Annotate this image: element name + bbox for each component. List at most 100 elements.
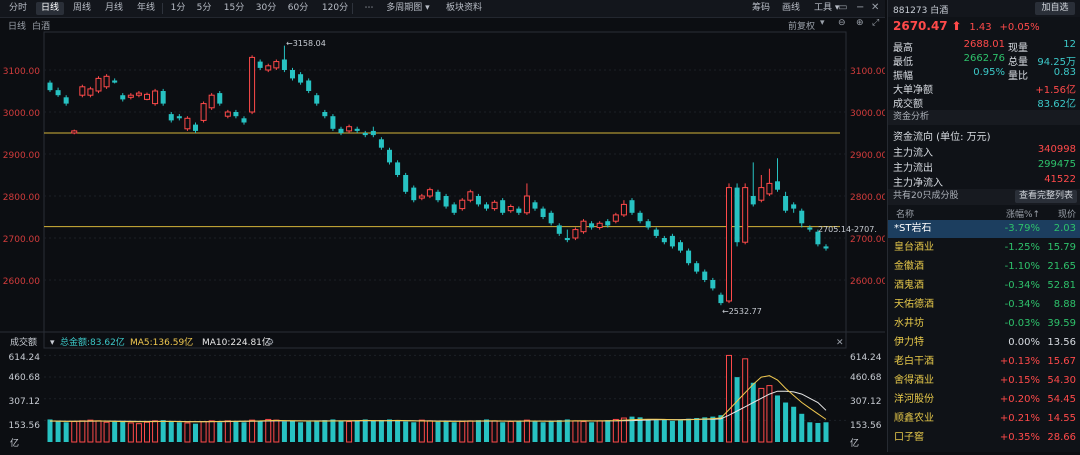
candle-body	[783, 196, 789, 211]
volume-bar	[176, 422, 182, 442]
volume-bar	[725, 354, 733, 443]
candle-body	[281, 59, 287, 70]
candle-body	[403, 175, 409, 192]
tab-yearly[interactable]: 年线	[132, 2, 160, 15]
list-item[interactable]: 伊力特 0.00% 13.56	[888, 334, 1080, 352]
list-item[interactable]: 水井坊 -0.03% 39.59	[888, 315, 1080, 333]
candle-body	[523, 195, 530, 214]
fund-unit: 资金流向 (单位: 万元)	[893, 132, 991, 143]
tab-120min[interactable]: 120分	[318, 2, 352, 15]
multi-period-dropdown[interactable]: 多周期图 ▾	[382, 2, 434, 15]
column-change[interactable]: 涨幅%↑	[1006, 207, 1040, 220]
volume-bar	[168, 421, 174, 442]
list-item[interactable]: 酒鬼酒 -0.34% 52.81	[888, 277, 1080, 295]
tab-30min[interactable]: 30分	[252, 2, 280, 15]
volume-bar	[774, 395, 781, 442]
stock-change: -0.03%	[1004, 318, 1040, 329]
price-tick: 3100.00	[850, 67, 885, 77]
candle-body	[63, 97, 69, 104]
volume-bar	[354, 420, 360, 442]
chips-button[interactable]: 筹码	[752, 2, 770, 15]
add-watchlist-button[interactable]: 加自选	[1035, 2, 1075, 15]
list-item[interactable]: 顺鑫农业 +0.21% 14.55	[888, 410, 1080, 428]
candle-body	[176, 116, 182, 119]
volume-bar	[523, 419, 530, 443]
tab-15min[interactable]: 15分	[220, 2, 248, 15]
candle-body	[47, 82, 53, 91]
volume-bar	[426, 420, 433, 443]
stock-change: +0.15%	[999, 375, 1040, 386]
list-item[interactable]: 洋河股份 +0.20% 54.45	[888, 391, 1080, 409]
pin-icon[interactable]: ▭	[838, 2, 847, 13]
candle-body	[143, 93, 151, 100]
volume-bar	[192, 423, 199, 442]
volume-bar	[540, 422, 546, 442]
stock-change: -0.34%	[1004, 280, 1040, 291]
candle-body	[418, 195, 425, 199]
volume-bar	[799, 413, 805, 442]
list-item[interactable]: 口子窖 +0.35% 28.66	[888, 429, 1080, 447]
volume-bar	[612, 418, 619, 443]
volume-bar	[500, 422, 506, 442]
candle-body	[548, 212, 554, 224]
candle-body	[378, 139, 384, 148]
volume-bar	[645, 419, 651, 442]
kline-chart[interactable]: ←3158.04 ←2532.77 2705.14-2707. 3100.00 …	[0, 18, 887, 452]
candle-body	[589, 223, 595, 228]
list-item[interactable]: 天佑德酒 -0.34% 8.88	[888, 296, 1080, 314]
volume-bar	[620, 417, 627, 443]
quote-value: 0.95%	[973, 67, 1005, 78]
volume-bar	[758, 387, 765, 443]
sector-info-button[interactable]: 板块资料	[440, 2, 488, 15]
price-tick: 2800.00	[3, 193, 40, 203]
candle-body	[426, 189, 433, 197]
candle-body	[612, 214, 619, 222]
tab-intraday[interactable]: 分时	[4, 2, 32, 15]
tab-1min[interactable]: 1分	[166, 2, 190, 15]
fund-row: 主力流出 299475	[888, 158, 1080, 174]
candle-body	[710, 280, 716, 289]
tab-weekly[interactable]: 周线	[68, 2, 96, 15]
volume-bar	[669, 420, 675, 442]
price-line: 2670.47 ⬆ 1.43 +0.05%	[893, 19, 1040, 33]
candle-body	[799, 210, 805, 224]
list-item[interactable]: 舍得酒业 +0.15% 54.30	[888, 372, 1080, 390]
column-price[interactable]: 现价	[1046, 207, 1076, 220]
stock-name: 酒鬼酒	[894, 280, 924, 291]
dash-icon[interactable]: −	[856, 2, 864, 13]
candle-body	[224, 111, 231, 117]
quote-row: 大单净额 +1.56亿	[888, 80, 1080, 96]
list-item[interactable]: 金徽酒 -1.10% 21.65	[888, 258, 1080, 276]
stock-change: +0.20%	[999, 394, 1040, 405]
volume-bar	[135, 423, 142, 443]
more-periods-button[interactable]: ⋯	[356, 2, 382, 15]
chevron-down-icon: ▾	[422, 3, 430, 13]
tab-5min[interactable]: 5分	[192, 2, 216, 15]
volume-bar	[596, 420, 603, 443]
tab-60min[interactable]: 60分	[284, 2, 312, 15]
volume-bar	[532, 421, 538, 442]
candle-body	[330, 116, 336, 129]
candle-body	[314, 95, 320, 104]
fund-value: 340998	[1037, 144, 1076, 155]
candle-body	[507, 206, 514, 212]
list-item[interactable]: *ST岩石 -3.79% 2.03	[888, 220, 1080, 238]
tab-monthly[interactable]: 月线	[100, 2, 128, 15]
draw-line-button[interactable]: 画线	[782, 2, 800, 15]
column-name[interactable]: 名称	[896, 207, 914, 220]
volume-bar	[79, 420, 86, 443]
quote-value: 2662.76	[963, 53, 1005, 64]
chart-area[interactable]: ←3158.04 ←2532.77 2705.14-2707. 3100.00 …	[0, 18, 887, 452]
close-icon[interactable]: ✕	[871, 2, 879, 13]
candle-body	[217, 93, 223, 104]
stock-name: *ST岩石	[894, 223, 932, 234]
candle-body	[718, 294, 724, 304]
candle-body	[467, 191, 474, 201]
view-full-list-button[interactable]: 查看完整列表	[1014, 190, 1077, 203]
tab-daily[interactable]: 日线	[36, 2, 64, 15]
candle-body	[694, 263, 700, 272]
list-item[interactable]: 老白干酒 +0.13% 15.67	[888, 353, 1080, 371]
list-item[interactable]: 皇台酒业 -1.25% 15.79	[888, 239, 1080, 257]
tools-menu[interactable]: 工具 ▾	[814, 2, 839, 15]
volume-tick: 614.24	[9, 353, 41, 363]
